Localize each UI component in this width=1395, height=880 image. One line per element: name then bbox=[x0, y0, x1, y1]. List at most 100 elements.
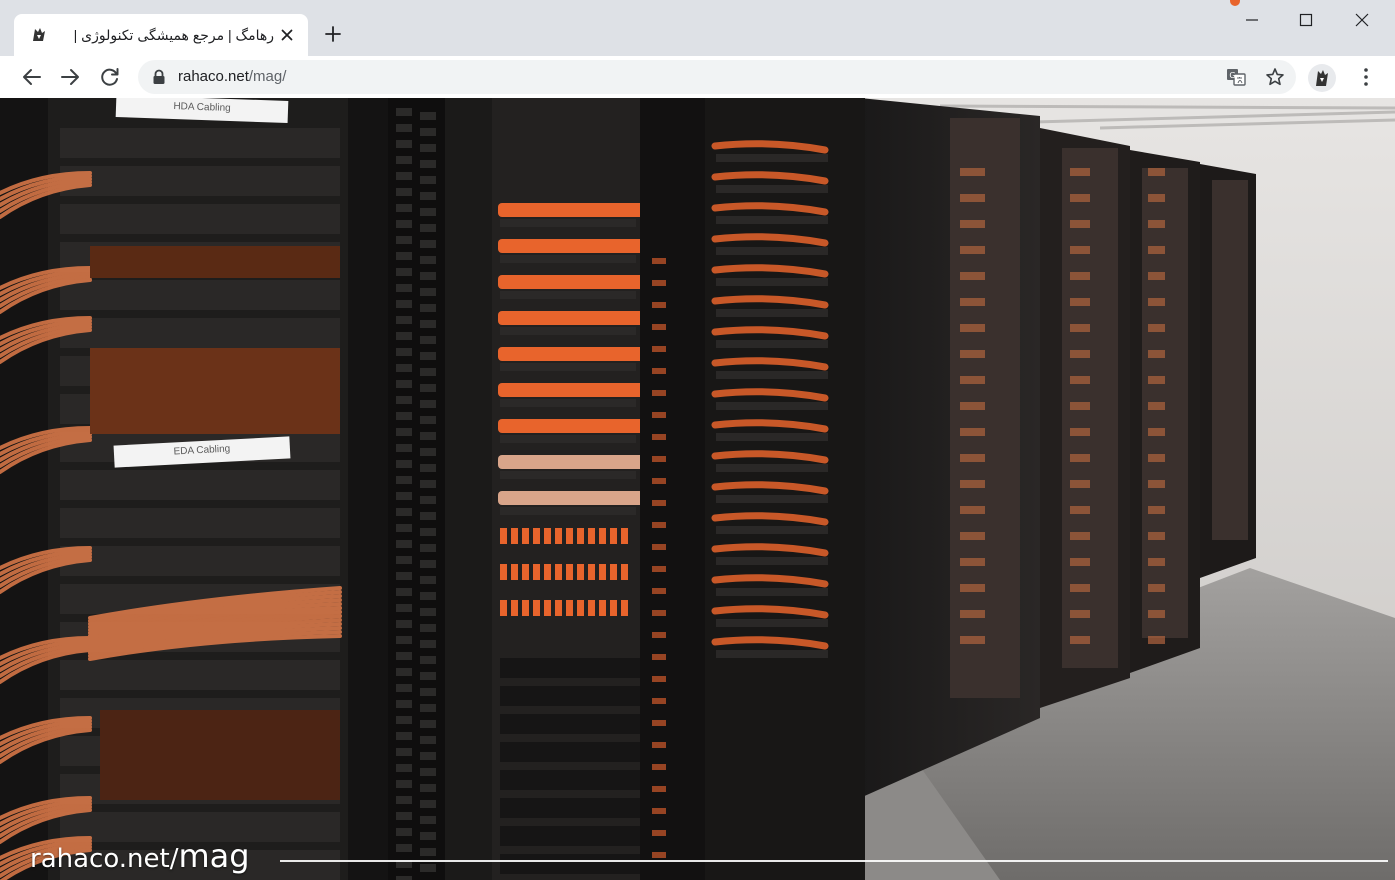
cable-tie bbox=[652, 566, 666, 572]
rahaco-logo-icon[interactable] bbox=[1308, 64, 1336, 92]
cabinet-cable bbox=[960, 168, 985, 176]
rack-panel bbox=[60, 470, 340, 500]
cable-tie bbox=[652, 764, 666, 770]
kebab-menu-icon[interactable] bbox=[1354, 65, 1378, 89]
port-plug bbox=[599, 600, 606, 616]
watermark-path: mag bbox=[178, 837, 250, 875]
cabinet-cable bbox=[1148, 194, 1165, 202]
cabinet-cable bbox=[960, 480, 985, 488]
patch-panel bbox=[500, 507, 636, 515]
port-plug bbox=[500, 600, 507, 616]
cabinet-cable bbox=[1148, 428, 1165, 436]
browser-tab[interactable]: رهامگ | مرجع همیشگی تکنولوژی | bbox=[14, 14, 308, 56]
manager-slot bbox=[396, 332, 412, 340]
lock-icon[interactable] bbox=[152, 69, 166, 85]
manager-slot bbox=[396, 140, 412, 148]
url-text[interactable]: rahaco.net/mag/ bbox=[178, 60, 286, 94]
watermark-host: rahaco.net/ bbox=[30, 844, 179, 874]
minimize-icon[interactable] bbox=[1238, 8, 1266, 32]
manager-slot bbox=[420, 608, 436, 616]
cable-tie bbox=[652, 346, 666, 352]
url-host: rahaco.net bbox=[178, 68, 249, 85]
cable-tie bbox=[652, 698, 666, 704]
cabinet-cable bbox=[960, 532, 985, 540]
cabinet-cable bbox=[960, 298, 985, 306]
cable-tie bbox=[652, 830, 666, 836]
manager-slot bbox=[396, 572, 412, 580]
cabinet-cable bbox=[960, 584, 985, 592]
cable-tie bbox=[652, 478, 666, 484]
cabinet-cable bbox=[1070, 584, 1090, 592]
manager-slot bbox=[420, 288, 436, 296]
port-plug bbox=[566, 600, 573, 616]
cabinet-cable bbox=[1070, 532, 1090, 540]
translate-icon[interactable]: G bbox=[1226, 67, 1246, 87]
cable-tie bbox=[652, 676, 666, 682]
cabinet-cable bbox=[960, 246, 985, 254]
maximize-icon[interactable] bbox=[1292, 8, 1320, 32]
patch-panel bbox=[500, 435, 636, 443]
manager-slot bbox=[420, 720, 436, 728]
manager-slot bbox=[420, 496, 436, 504]
cable-tie bbox=[652, 456, 666, 462]
manager-slot bbox=[396, 844, 412, 852]
cabinet-cable bbox=[1148, 220, 1165, 228]
manager-slot bbox=[420, 432, 436, 440]
cable-tie bbox=[652, 786, 666, 792]
star-icon[interactable] bbox=[1264, 66, 1286, 88]
close-window-icon[interactable] bbox=[1348, 8, 1376, 32]
manager-slot bbox=[420, 672, 436, 680]
port-plug bbox=[544, 600, 551, 616]
manager-slot bbox=[420, 176, 436, 184]
manager-slot bbox=[396, 764, 412, 772]
cabinet-cable bbox=[1070, 298, 1090, 306]
port-plug bbox=[511, 564, 518, 580]
manager-slot bbox=[420, 416, 436, 424]
rack-panel bbox=[60, 546, 340, 576]
manager-slot bbox=[420, 624, 436, 632]
cabinet-cable bbox=[960, 350, 985, 358]
reload-icon[interactable] bbox=[98, 65, 122, 89]
port-plug bbox=[599, 528, 606, 544]
cabinet-cable bbox=[1148, 376, 1165, 384]
manager-slot bbox=[420, 800, 436, 808]
cabinet-cable bbox=[1070, 558, 1090, 566]
port-plug bbox=[500, 564, 507, 580]
manager-slot bbox=[420, 784, 436, 792]
new-tab-icon[interactable] bbox=[322, 23, 344, 45]
rack-panel bbox=[60, 280, 340, 310]
rack-panel bbox=[60, 318, 340, 348]
manager-slot bbox=[420, 464, 436, 472]
port-plug bbox=[610, 528, 617, 544]
port-plug bbox=[555, 564, 562, 580]
arrow-left-icon[interactable] bbox=[20, 65, 44, 89]
manager-slot bbox=[396, 748, 412, 756]
blank-panel bbox=[500, 854, 640, 874]
manager-slot bbox=[396, 284, 412, 292]
patch-panel bbox=[716, 154, 828, 162]
cabinet-cable bbox=[1070, 454, 1090, 462]
port-plug bbox=[621, 600, 628, 616]
manager-slot bbox=[396, 188, 412, 196]
manager-slot bbox=[396, 588, 412, 596]
manager-slot bbox=[396, 428, 412, 436]
cabinet-cable bbox=[1070, 324, 1090, 332]
cabinet-cable bbox=[1070, 402, 1090, 410]
port-plug bbox=[522, 564, 529, 580]
arrow-right-icon[interactable] bbox=[58, 65, 82, 89]
address-bar[interactable]: rahaco.net/mag/ G bbox=[138, 60, 1296, 94]
manager-slot bbox=[420, 512, 436, 520]
cabinet-cable bbox=[1070, 194, 1090, 202]
cabinet-cable bbox=[960, 558, 985, 566]
patch-panel bbox=[716, 650, 828, 658]
cabinet-cable bbox=[1070, 350, 1090, 358]
manager-slot bbox=[420, 256, 436, 264]
cabinet-cable bbox=[960, 454, 985, 462]
manager-slot bbox=[420, 192, 436, 200]
cabinet-cable bbox=[1148, 298, 1165, 306]
manager-slot bbox=[396, 524, 412, 532]
manager-slot bbox=[396, 668, 412, 676]
close-tab-icon[interactable] bbox=[278, 26, 296, 44]
blank-panel bbox=[500, 798, 640, 818]
blank-panel bbox=[500, 770, 640, 790]
